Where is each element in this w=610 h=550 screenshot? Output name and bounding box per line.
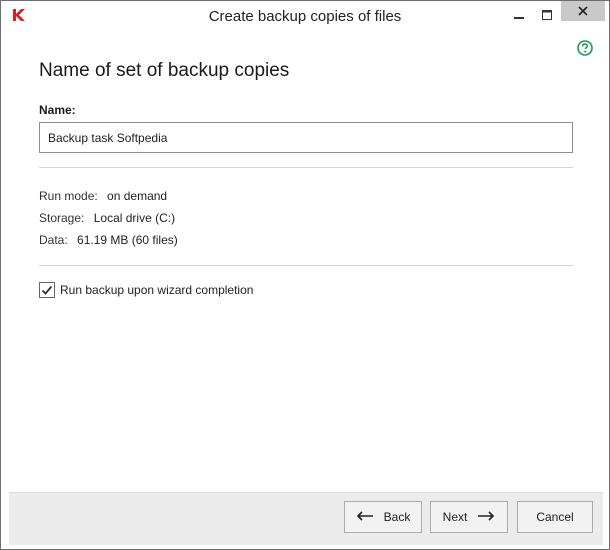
divider — [39, 167, 573, 168]
cancel-button[interactable]: Cancel — [517, 501, 593, 533]
run-backup-option[interactable]: Run backup upon wizard completion — [39, 282, 253, 298]
run-mode-label: Run mode: — [39, 189, 98, 203]
close-button[interactable] — [561, 1, 605, 21]
data-value: 61.19 MB (60 files) — [77, 233, 178, 247]
title-bar: Create backup copies of files — [1, 1, 609, 31]
name-label: Name: — [39, 103, 76, 117]
divider — [39, 265, 573, 266]
help-icon[interactable] — [577, 40, 593, 56]
arrow-right-icon — [477, 510, 495, 524]
data-row: Data: 61.19 MB (60 files) — [39, 233, 178, 247]
footer-bar — [9, 492, 603, 545]
minimize-icon — [514, 17, 524, 19]
checkmark-icon — [41, 285, 53, 295]
minimize-button[interactable] — [505, 3, 533, 27]
storage-label: Storage: — [39, 211, 85, 225]
arrow-left-icon — [356, 510, 374, 524]
backup-wizard-window: Create backup copies of files Name of se… — [0, 0, 610, 550]
data-label: Data: — [39, 233, 68, 247]
run-backup-label: Run backup upon wizard completion — [60, 283, 254, 297]
run-backup-checkbox[interactable] — [39, 282, 55, 298]
storage-value: Local drive (C:) — [93, 211, 176, 225]
back-button[interactable]: Back — [344, 501, 422, 533]
cancel-label: Cancel — [536, 510, 574, 524]
name-field[interactable] — [39, 122, 573, 153]
next-button[interactable]: Next — [430, 501, 508, 533]
storage-row: Storage: Local drive (C:) — [39, 211, 175, 225]
run-mode-row: Run mode: on demand — [39, 189, 167, 203]
run-mode-value: on demand — [107, 189, 168, 203]
next-label: Next — [442, 510, 468, 524]
back-label: Back — [383, 510, 411, 524]
maximize-button[interactable] — [533, 3, 561, 27]
close-icon — [578, 6, 588, 16]
maximize-icon — [542, 10, 552, 20]
page-title: Name of set of backup copies — [39, 60, 290, 81]
